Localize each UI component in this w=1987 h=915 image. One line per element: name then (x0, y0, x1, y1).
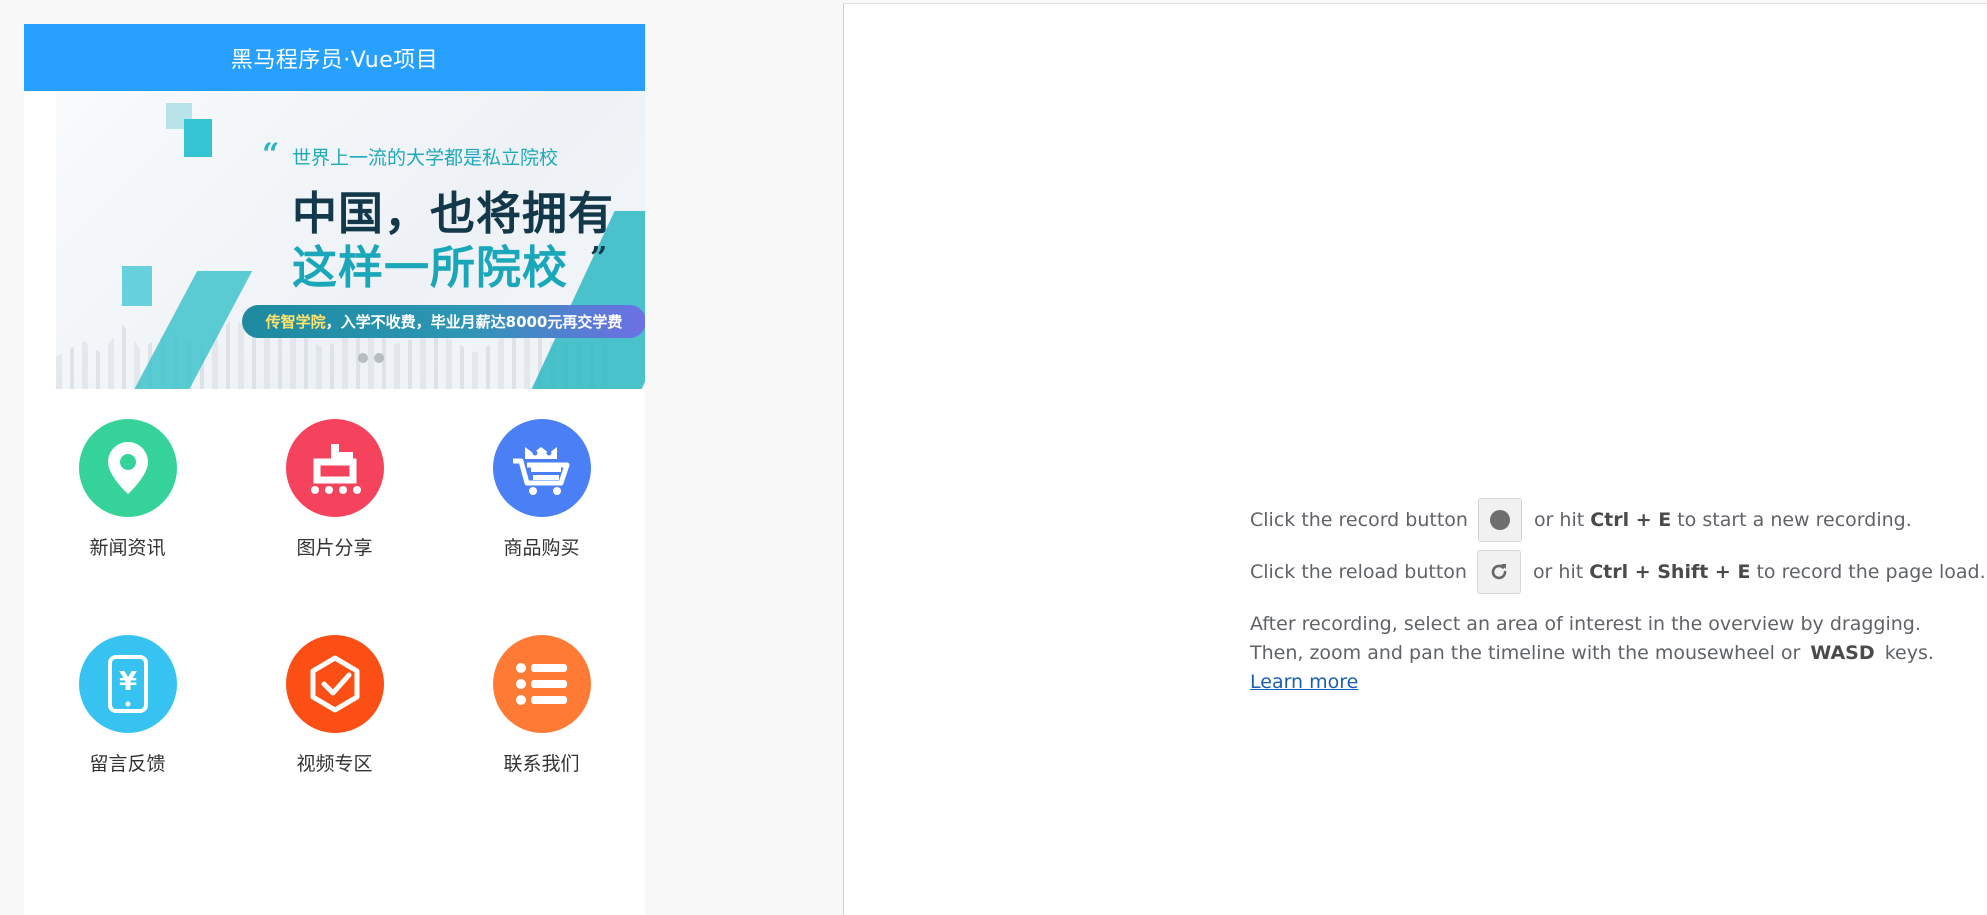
record-button[interactable] (1477, 498, 1522, 542)
app-title: 黑马程序员·Vue项目 (230, 47, 439, 73)
reload-hint-suffix: to record the page load. (1756, 561, 1986, 583)
decor-square (122, 266, 152, 306)
usage-line-2-prefix: Then, zoom and pan the timeline with the… (1250, 642, 1801, 664)
shopping-cart-icon (492, 419, 591, 517)
record-hint-mid: or hit (1533, 509, 1585, 531)
screen: 黑马程序员·Vue项目 “ 世界上一流的大学都是私立院校 中国，也将拥有 这样一… (0, 0, 1987, 915)
app-header: 黑马程序员·Vue项目 (24, 24, 645, 91)
tile-photos[interactable]: 图片分享 (231, 419, 438, 635)
banner-tagline: 世界上一流的大学都是私立院校 (292, 147, 559, 169)
tile-label: 视频专区 (296, 753, 373, 775)
tile-label: 联系我们 (503, 753, 580, 775)
usage-line-2: Then, zoom and pan the timeline with the… (1250, 639, 1986, 668)
close-quote-icon: ” (590, 241, 608, 276)
banner-edge (24, 91, 56, 389)
carousel-dot[interactable] (358, 353, 368, 363)
nav-grid: 新闻资讯 图片分享 商品购买 ¥ 留言反馈 视频专区 联系我们 (24, 389, 645, 851)
record-hint: Click the record button or hit Ctrl + E … (1250, 494, 1986, 546)
banner-pill-highlight: 传智学院 (265, 313, 326, 331)
usage-line-2-suffix: keys. (1884, 642, 1934, 664)
reload-button[interactable] (1476, 550, 1521, 594)
tile-label: 图片分享 (296, 537, 373, 559)
usage-line-1: After recording, select an area of inter… (1250, 613, 1921, 635)
tile-label: 新闻资讯 (89, 537, 166, 559)
reload-hint: Click the reload button or hit Ctrl + Sh… (1250, 546, 1986, 598)
wasd-keys: WASD (1810, 642, 1875, 664)
phone-yen-icon: ¥ (78, 635, 177, 733)
record-hint-prefix: Click the record button (1250, 509, 1468, 531)
learn-more-link[interactable]: Learn more (1250, 671, 1358, 693)
tile-shopping[interactable]: 商品购买 (438, 419, 645, 635)
devtools-performance-panel: Click the record button or hit Ctrl + E … (843, 3, 1987, 915)
tile-label: 商品购买 (503, 537, 580, 559)
tile-feedback[interactable]: ¥ 留言反馈 (24, 635, 231, 851)
tile-label: 留言反馈 (89, 753, 166, 775)
list-icon (492, 635, 591, 733)
record-icon (1489, 510, 1510, 530)
reload-hint-prefix: Click the reload button (1250, 561, 1467, 583)
recording-instructions: Click the record button or hit Ctrl + E … (1250, 494, 1986, 697)
reload-shortcut: Ctrl + Shift + E (1589, 561, 1751, 583)
open-quote-icon: “ (262, 137, 280, 172)
tile-contact[interactable]: 联系我们 (438, 635, 645, 851)
carousel-dot[interactable] (374, 353, 384, 363)
svg-text:¥: ¥ (118, 667, 136, 697)
usage-paragraph: After recording, select an area of inter… (1250, 610, 1986, 697)
reload-hint-mid: or hit (1532, 561, 1584, 583)
record-hint-suffix: to start a new recording. (1677, 509, 1912, 531)
banner-pill-text: ，入学不收费，毕业月薪达8000元再交学费 (325, 313, 623, 331)
tile-video[interactable]: 视频专区 (231, 635, 438, 851)
banner-headline-2: 这样一所院校 (292, 241, 569, 294)
reload-icon (1491, 564, 1507, 580)
record-shortcut: Ctrl + E (1590, 509, 1672, 531)
location-pin-icon (78, 419, 177, 517)
hexagon-check-icon (285, 635, 384, 733)
decor-square (184, 119, 212, 157)
dian-logo-icon (285, 419, 384, 517)
mobile-app-preview: 黑马程序员·Vue项目 “ 世界上一流的大学都是私立院校 中国，也将拥有 这样一… (24, 24, 645, 915)
banner-carousel[interactable]: “ 世界上一流的大学都是私立院校 中国，也将拥有 这样一所院校 ” 传智学院 ，入… (24, 91, 645, 389)
tile-news[interactable]: 新闻资讯 (24, 419, 231, 635)
carousel-indicators (358, 353, 384, 363)
banner-pill: 传智学院 ，入学不收费，毕业月薪达8000元再交学费 (242, 305, 645, 338)
